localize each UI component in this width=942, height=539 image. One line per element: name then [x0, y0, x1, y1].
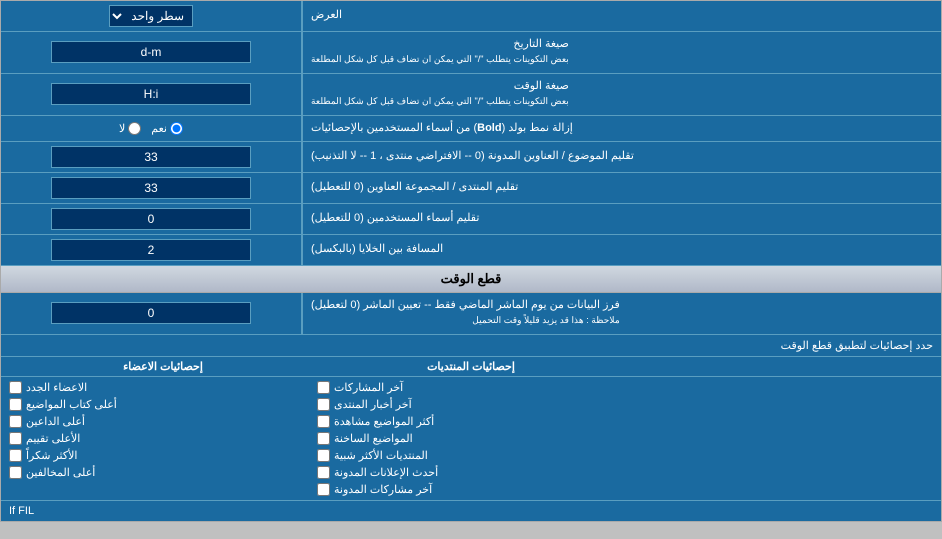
usernames-trim-input-cell: [1, 204, 301, 234]
time-cut-header: قطع الوقت: [1, 266, 941, 293]
checkbox-latest-announcements[interactable]: [317, 466, 330, 479]
list-item: المنتديات الأكثر شبية: [317, 449, 625, 462]
time-format-row: صيغة الوقتبعض التكوينات يتطلب "/" التي ي…: [1, 74, 941, 116]
checkbox-most-viewed[interactable]: [317, 415, 330, 428]
display-row: العرض سطر واحد سطرين ثلاثة أسطر: [1, 1, 941, 32]
checkbox-last-blog-posts[interactable]: [317, 483, 330, 496]
date-format-input[interactable]: [51, 41, 251, 63]
list-item: آخر مشاركات المدونة: [317, 483, 625, 496]
checkboxes-grid: آخر المشاركات آخر أخبار المنتدى أكثر الم…: [1, 377, 941, 500]
gap-row: المسافة بين الخلايا (بالبكسل): [1, 235, 941, 266]
col-header-empty: [625, 360, 933, 373]
limit-row: حدد إحصائيات لتطبيق قطع الوقت: [1, 335, 941, 357]
time-cut-input[interactable]: [51, 302, 251, 324]
usernames-trim-input[interactable]: [51, 208, 251, 230]
forum-trim-input[interactable]: [51, 177, 251, 199]
forum-trim-label: تقليم المنتدى / المجموعة العناوين (0 للت…: [301, 173, 941, 203]
time-cut-row: فرز البيانات من يوم الماشر الماضي فقط --…: [1, 293, 941, 335]
subject-trim-input-cell: [1, 142, 301, 172]
checkbox-forum-news[interactable]: [317, 398, 330, 411]
line-mode-cell: سطر واحد سطرين ثلاثة أسطر: [1, 1, 301, 31]
list-item: الأعلى تقييم: [9, 432, 317, 445]
limit-label: حدد إحصائيات لتطبيق قطع الوقت: [9, 339, 933, 352]
col-header-forums: إحصائيات المنتديات: [317, 360, 625, 373]
checkbox-col-headers: إحصائيات المنتديات إحصائيات الاعضاء: [1, 357, 941, 377]
bold-yes-label[interactable]: نعم: [151, 122, 183, 135]
time-format-input-cell: [1, 74, 301, 115]
time-cut-input-cell: [1, 293, 301, 334]
time-format-label: صيغة الوقتبعض التكوينات يتطلب "/" التي ي…: [301, 74, 941, 115]
date-format-row: صيغة التاريخبعض التكوينات يتطلب "/" التي…: [1, 32, 941, 74]
list-item: أعلى المخالفين: [9, 466, 317, 479]
list-item: الأكثر شكراً: [9, 449, 317, 462]
checkbox-top-rated[interactable]: [9, 432, 22, 445]
checkbox-top-violators[interactable]: [9, 466, 22, 479]
subject-trim-row: تقليم الموضوع / العناوين المدونة (0 -- ا…: [1, 142, 941, 173]
checkbox-top-inviters[interactable]: [9, 415, 22, 428]
usernames-trim-row: تقليم أسماء المستخدمين (0 للتعطيل): [1, 204, 941, 235]
list-item: المواضيع الساخنة: [317, 432, 625, 445]
display-label: العرض: [301, 1, 941, 31]
col-header-members: إحصائيات الاعضاء: [9, 360, 317, 373]
subject-trim-input[interactable]: [51, 146, 251, 168]
bold-remove-row: إزالة نمط بولد (Bold) من أسماء المستخدمي…: [1, 116, 941, 142]
bold-remove-label: إزالة نمط بولد (Bold) من أسماء المستخدمي…: [301, 116, 941, 141]
checkbox-most-thanked[interactable]: [9, 449, 22, 462]
checkbox-new-members[interactable]: [9, 381, 22, 394]
gap-input-cell: [1, 235, 301, 265]
subject-trim-label: تقليم الموضوع / العناوين المدونة (0 -- ا…: [301, 142, 941, 172]
list-item: آخر أخبار المنتدى: [317, 398, 625, 411]
list-item: أعلى الداعين: [9, 415, 317, 428]
bold-remove-input-cell: نعم لا: [1, 116, 301, 141]
checkbox-last-posts[interactable]: [317, 381, 330, 394]
line-mode-select[interactable]: سطر واحد سطرين ثلاثة أسطر: [109, 5, 193, 27]
checkbox-col-forums: آخر المشاركات آخر أخبار المنتدى أكثر الم…: [317, 381, 625, 496]
date-format-input-cell: [1, 32, 301, 73]
checkbox-most-similar[interactable]: [317, 449, 330, 462]
bold-radio-group: نعم لا: [119, 122, 183, 135]
list-item: أحدث الإعلانات المدونة: [317, 466, 625, 479]
bold-yes-radio[interactable]: [170, 122, 183, 135]
gap-input[interactable]: [51, 239, 251, 261]
time-format-input[interactable]: [51, 83, 251, 105]
bold-no-label[interactable]: لا: [119, 122, 141, 135]
list-item: آخر المشاركات: [317, 381, 625, 394]
footer: If FIL: [1, 500, 941, 521]
checkbox-col-empty: [625, 381, 933, 496]
time-cut-label: فرز البيانات من يوم الماشر الماضي فقط --…: [301, 293, 941, 334]
list-item: الاعضاء الجدد: [9, 381, 317, 394]
forum-trim-row: تقليم المنتدى / المجموعة العناوين (0 للت…: [1, 173, 941, 204]
main-container: العرض سطر واحد سطرين ثلاثة أسطر صيغة الت…: [0, 0, 942, 522]
forum-trim-input-cell: [1, 173, 301, 203]
checkbox-top-posters[interactable]: [9, 398, 22, 411]
list-item: أكثر المواضيع مشاهدة: [317, 415, 625, 428]
gap-label: المسافة بين الخلايا (بالبكسل): [301, 235, 941, 265]
bold-no-radio[interactable]: [128, 122, 141, 135]
checkbox-hot-topics[interactable]: [317, 432, 330, 445]
list-item: أعلى كتاب المواضيع: [9, 398, 317, 411]
checkbox-col-members: الاعضاء الجدد أعلى كتاب المواضيع أعلى ال…: [9, 381, 317, 496]
date-format-label: صيغة التاريخبعض التكوينات يتطلب "/" التي…: [301, 32, 941, 73]
usernames-trim-label: تقليم أسماء المستخدمين (0 للتعطيل): [301, 204, 941, 234]
